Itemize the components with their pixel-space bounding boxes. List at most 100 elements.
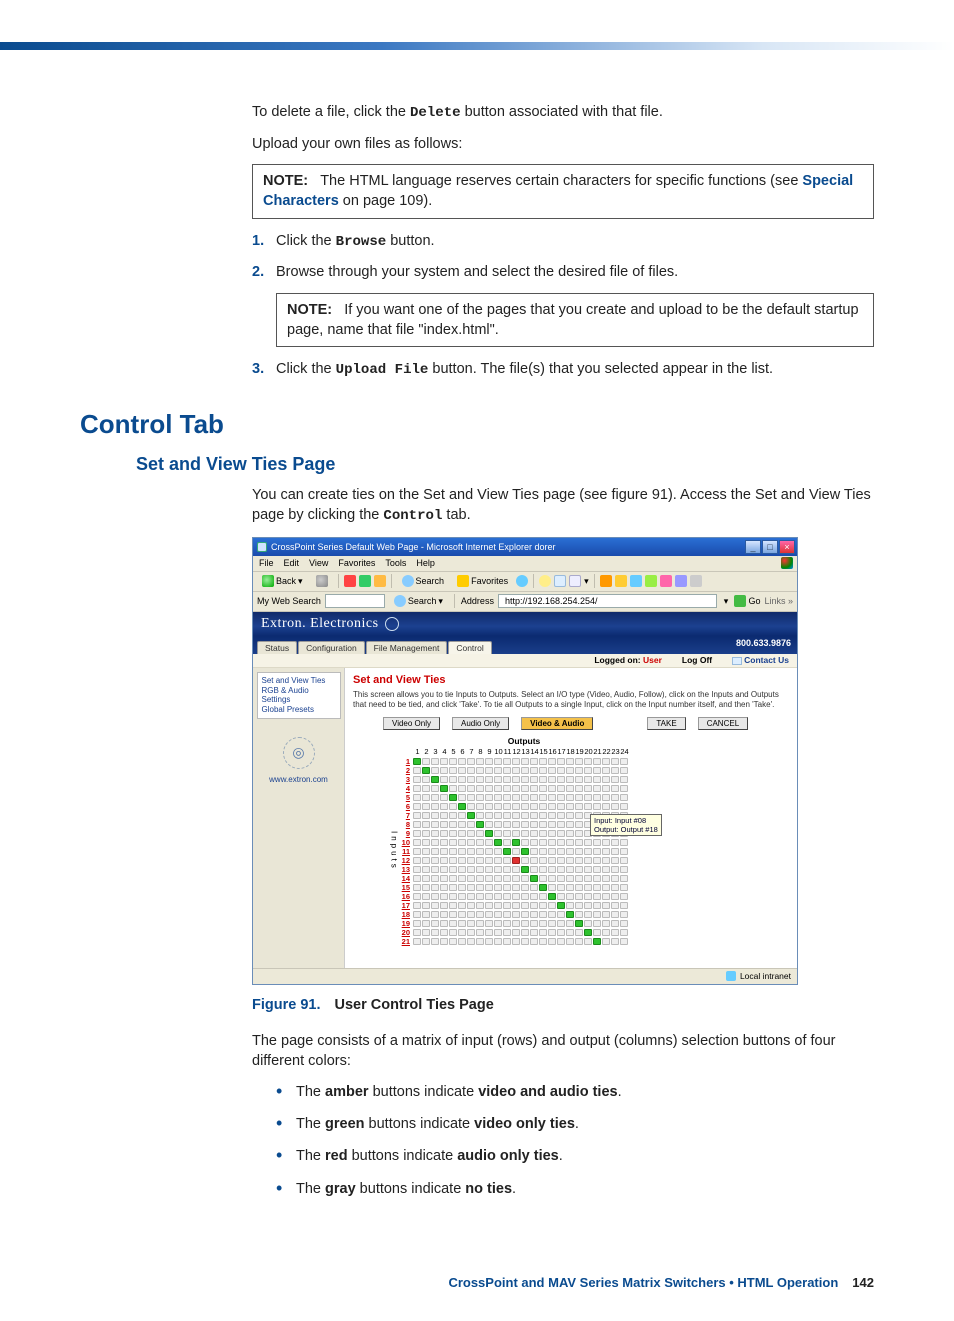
tie-cell[interactable] bbox=[566, 821, 574, 828]
icon[interactable] bbox=[675, 575, 687, 587]
tie-cell[interactable] bbox=[494, 929, 502, 936]
tie-cell[interactable] bbox=[512, 866, 520, 873]
tie-cell[interactable] bbox=[440, 758, 448, 765]
tie-cell[interactable] bbox=[521, 929, 529, 936]
tie-cell[interactable] bbox=[467, 857, 475, 864]
sidebar-url[interactable]: www.extron.com bbox=[269, 775, 328, 784]
tie-cell[interactable] bbox=[593, 938, 601, 945]
tie-cell[interactable] bbox=[431, 830, 439, 837]
tie-cell[interactable] bbox=[485, 920, 493, 927]
forward-button[interactable] bbox=[311, 573, 333, 589]
tie-cell[interactable] bbox=[467, 839, 475, 846]
tie-cell[interactable] bbox=[575, 902, 583, 909]
audio-only-button[interactable]: Audio Only bbox=[452, 717, 509, 730]
tie-cell[interactable] bbox=[593, 920, 601, 927]
tie-cell[interactable] bbox=[494, 866, 502, 873]
tie-cell[interactable] bbox=[584, 803, 592, 810]
tie-cell[interactable] bbox=[449, 785, 457, 792]
tie-cell[interactable] bbox=[503, 911, 511, 918]
tie-cell[interactable] bbox=[620, 785, 628, 792]
tie-cell[interactable] bbox=[458, 875, 466, 882]
tie-cell[interactable] bbox=[413, 803, 421, 810]
tie-cell[interactable] bbox=[431, 767, 439, 774]
tie-cell[interactable] bbox=[566, 767, 574, 774]
tie-cell[interactable] bbox=[557, 911, 565, 918]
tie-cell[interactable] bbox=[557, 848, 565, 855]
tie-cell[interactable] bbox=[476, 803, 484, 810]
tie-cell[interactable] bbox=[467, 920, 475, 927]
tie-cell[interactable] bbox=[485, 929, 493, 936]
tie-cell[interactable] bbox=[548, 884, 556, 891]
tie-cell[interactable] bbox=[458, 938, 466, 945]
row-header[interactable]: 21 bbox=[399, 937, 413, 946]
row-header[interactable]: 13 bbox=[399, 865, 413, 874]
tie-cell[interactable] bbox=[485, 902, 493, 909]
tie-cell[interactable] bbox=[422, 911, 430, 918]
tie-cell[interactable] bbox=[620, 848, 628, 855]
tie-cell[interactable] bbox=[467, 911, 475, 918]
tab-configuration[interactable]: Configuration bbox=[298, 641, 365, 654]
tie-cell[interactable] bbox=[521, 767, 529, 774]
tie-cell[interactable] bbox=[548, 803, 556, 810]
tie-cell[interactable] bbox=[485, 830, 493, 837]
tie-cell[interactable] bbox=[431, 848, 439, 855]
tie-cell[interactable] bbox=[440, 857, 448, 864]
tie-cell[interactable] bbox=[584, 839, 592, 846]
tie-cell[interactable] bbox=[620, 911, 628, 918]
tie-cell[interactable] bbox=[620, 884, 628, 891]
icon[interactable] bbox=[660, 575, 672, 587]
tie-cell[interactable] bbox=[503, 821, 511, 828]
tie-cell[interactable] bbox=[413, 821, 421, 828]
tie-cell[interactable] bbox=[458, 794, 466, 801]
tie-cell[interactable] bbox=[566, 794, 574, 801]
tie-cell[interactable] bbox=[593, 767, 601, 774]
tie-cell[interactable] bbox=[503, 758, 511, 765]
tie-cell[interactable] bbox=[476, 911, 484, 918]
tie-cell[interactable] bbox=[494, 884, 502, 891]
tie-cell[interactable] bbox=[440, 803, 448, 810]
tie-cell[interactable] bbox=[521, 758, 529, 765]
tie-cell[interactable] bbox=[422, 875, 430, 882]
tie-cell[interactable] bbox=[467, 803, 475, 810]
tie-cell[interactable] bbox=[467, 821, 475, 828]
tie-cell[interactable] bbox=[611, 839, 619, 846]
tie-cell[interactable] bbox=[422, 839, 430, 846]
tie-cell[interactable] bbox=[521, 785, 529, 792]
tie-cell[interactable] bbox=[485, 812, 493, 819]
tie-cell[interactable] bbox=[440, 812, 448, 819]
tie-cell[interactable] bbox=[566, 866, 574, 873]
tie-cell[interactable] bbox=[476, 929, 484, 936]
tie-cell[interactable] bbox=[503, 884, 511, 891]
tie-cell[interactable] bbox=[548, 893, 556, 900]
menu-tools[interactable]: Tools bbox=[385, 558, 406, 568]
tie-cell[interactable] bbox=[413, 794, 421, 801]
tie-cell[interactable] bbox=[557, 902, 565, 909]
tie-cell[interactable] bbox=[611, 893, 619, 900]
tie-cell[interactable] bbox=[431, 893, 439, 900]
row-header[interactable]: 16 bbox=[399, 892, 413, 901]
row-header[interactable]: 5 bbox=[399, 793, 413, 802]
tie-cell[interactable] bbox=[593, 776, 601, 783]
tie-cell[interactable] bbox=[485, 767, 493, 774]
tie-cell[interactable] bbox=[584, 767, 592, 774]
tie-cell[interactable] bbox=[584, 785, 592, 792]
tie-cell[interactable] bbox=[539, 803, 547, 810]
tie-cell[interactable] bbox=[413, 866, 421, 873]
tie-cell[interactable] bbox=[575, 884, 583, 891]
stop-icon[interactable] bbox=[344, 575, 356, 587]
tie-cell[interactable] bbox=[458, 767, 466, 774]
go-button[interactable]: Go bbox=[734, 595, 760, 607]
tie-cell[interactable] bbox=[530, 848, 538, 855]
tie-cell[interactable] bbox=[611, 884, 619, 891]
tie-cell[interactable] bbox=[539, 884, 547, 891]
tie-cell[interactable] bbox=[503, 875, 511, 882]
tie-cell[interactable] bbox=[494, 911, 502, 918]
tie-cell[interactable] bbox=[440, 938, 448, 945]
row-header[interactable]: 4 bbox=[399, 784, 413, 793]
tie-cell[interactable] bbox=[521, 911, 529, 918]
tie-cell[interactable] bbox=[440, 785, 448, 792]
tie-cell[interactable] bbox=[620, 920, 628, 927]
tie-cell[interactable] bbox=[593, 875, 601, 882]
tie-cell[interactable] bbox=[575, 938, 583, 945]
tie-cell[interactable] bbox=[467, 848, 475, 855]
